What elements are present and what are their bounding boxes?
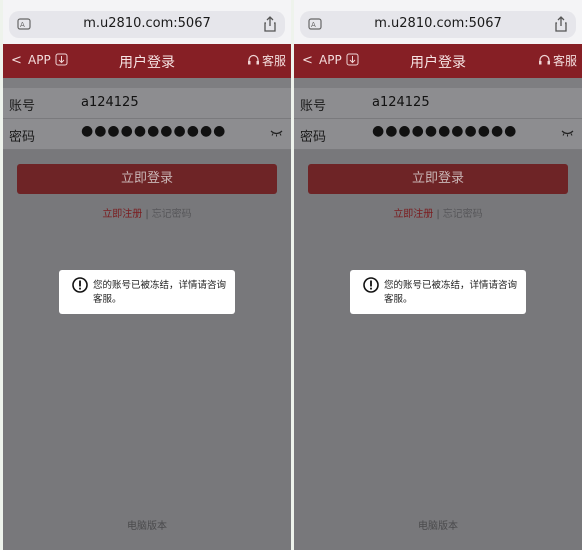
alert-icon [363,277,379,293]
alert-toast: 您的账号已被冻结，详情请咨询客服。 [59,270,235,314]
share-icon[interactable] [554,16,568,32]
auth-links: 立即注册 | 忘记密码 [3,205,291,220]
register-link[interactable]: 立即注册 [102,209,142,220]
login-button[interactable]: 立即登录 [308,164,568,194]
account-input[interactable]: a124125 [372,95,430,110]
phone-screen-right: A m.u2810.com:5067 < APP 用户登录 客服 账号 a124… [294,0,582,550]
login-button[interactable]: 立即登录 [17,164,277,194]
account-label: 账号 [9,99,36,114]
password-input[interactable]: ●●●●●●●●●●● [81,123,226,139]
url-text[interactable]: m.u2810.com:5067 [300,16,576,31]
service-label: 客服 [261,54,286,68]
headset-icon [247,54,259,65]
forgot-password-link[interactable]: 忘记密码 [152,209,192,220]
account-input[interactable]: a124125 [81,95,139,110]
url-text[interactable]: m.u2810.com:5067 [9,16,285,31]
customer-service-button[interactable]: 客服 [538,52,577,69]
register-link[interactable]: 立即注册 [393,209,433,220]
app-header: < APP 用户登录 客服 [3,44,291,78]
share-icon[interactable] [263,16,277,32]
phone-screen-left: A m.u2810.com:5067 < APP 用户登录 客服 账号 a124… [3,0,291,550]
alert-toast: 您的账号已被冻结，详情请咨询客服。 [350,270,526,314]
status-bar [294,0,582,8]
customer-service-button[interactable]: 客服 [247,52,286,69]
address-bar[interactable]: A m.u2810.com:5067 [300,11,576,38]
link-separator: | [145,209,149,220]
service-label: 客服 [552,54,577,68]
alert-message: 您的账号已被冻结，详情请咨询客服。 [93,280,227,305]
status-bar [3,0,291,8]
eye-closed-icon[interactable] [270,129,283,137]
auth-links: 立即注册 | 忘记密码 [294,205,582,220]
password-row[interactable]: 密码 ●●●●●●●●●●● [294,119,582,150]
alert-message: 您的账号已被冻结，详情请咨询客服。 [384,280,518,305]
desktop-version-link[interactable]: 电脑版本 [3,517,291,532]
login-form: 账号 a124125 密码 ●●●●●●●●●●● [294,88,582,150]
password-label: 密码 [9,130,36,145]
address-bar[interactable]: A m.u2810.com:5067 [9,11,285,38]
eye-closed-icon[interactable] [561,129,574,137]
account-row[interactable]: 账号 a124125 [3,88,291,119]
forgot-password-link[interactable]: 忘记密码 [443,209,483,220]
password-row[interactable]: 密码 ●●●●●●●●●●● [3,119,291,150]
login-form: 账号 a124125 密码 ●●●●●●●●●●● [3,88,291,150]
alert-icon [72,277,88,293]
headset-icon [538,54,550,65]
password-input[interactable]: ●●●●●●●●●●● [372,123,517,139]
app-header: < APP 用户登录 客服 [294,44,582,78]
password-label: 密码 [300,130,327,145]
account-row[interactable]: 账号 a124125 [294,88,582,119]
desktop-version-link[interactable]: 电脑版本 [294,517,582,532]
account-label: 账号 [300,99,327,114]
link-separator: | [436,209,440,220]
